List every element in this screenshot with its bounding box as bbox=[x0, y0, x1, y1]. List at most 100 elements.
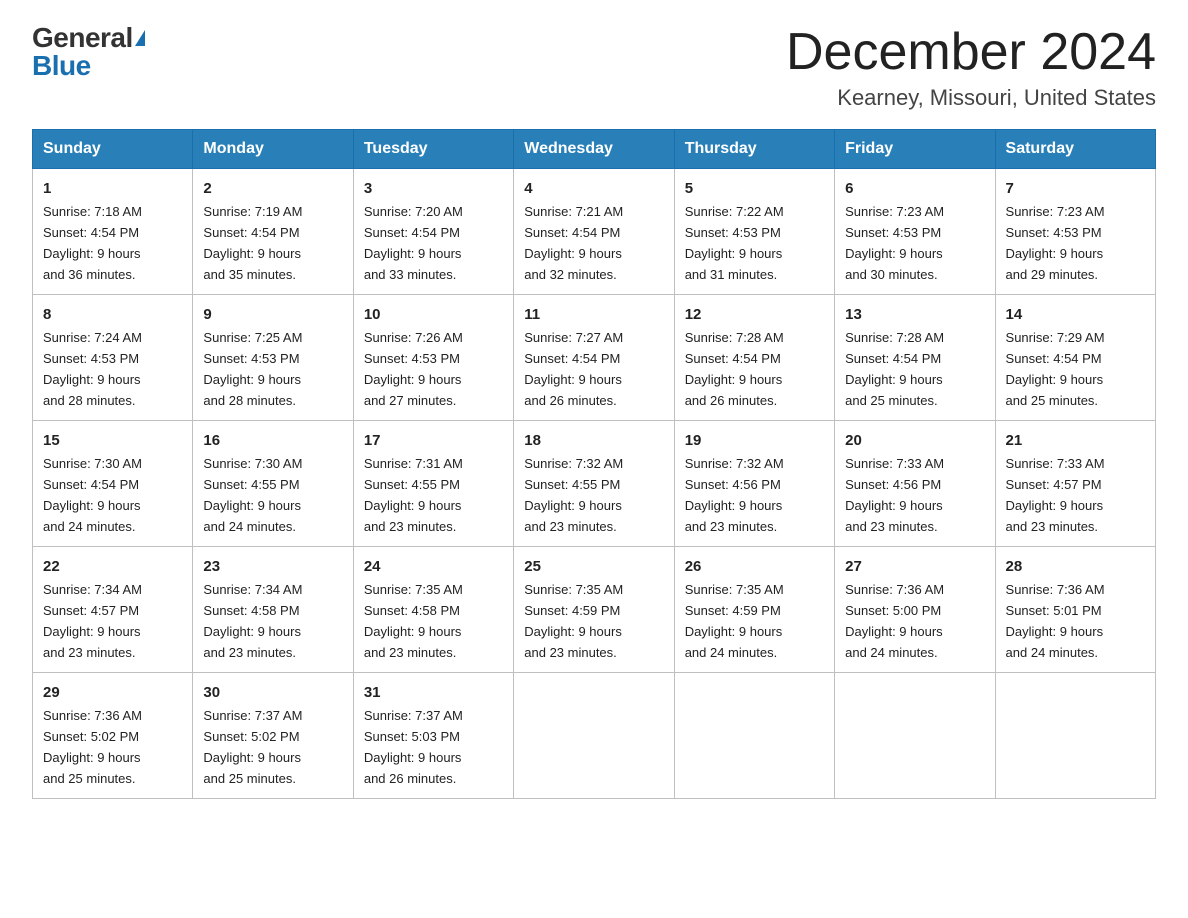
day-number: 5 bbox=[685, 177, 824, 200]
day-info: Sunrise: 7:35 AMSunset: 4:58 PMDaylight:… bbox=[364, 582, 463, 660]
day-cell: 11Sunrise: 7:27 AMSunset: 4:54 PMDayligh… bbox=[514, 295, 674, 421]
header-thursday: Thursday bbox=[674, 130, 834, 169]
day-number: 15 bbox=[43, 429, 182, 452]
day-cell: 19Sunrise: 7:32 AMSunset: 4:56 PMDayligh… bbox=[674, 421, 834, 547]
logo: General Blue bbox=[32, 24, 145, 80]
day-cell: 14 Sunrise: 7:29 AMSunset: 4:54 PMDayligh… bbox=[995, 295, 1155, 421]
day-info: Sunrise: 7:21 AMSunset: 4:54 PMDaylight:… bbox=[524, 204, 623, 282]
header-wednesday: Wednesday bbox=[514, 130, 674, 169]
calendar-body: 1 Sunrise: 7:18 AMSunset: 4:54 PMDaylight… bbox=[33, 169, 1156, 799]
day-cell: 8 Sunrise: 7:24 AMSunset: 4:53 PMDaylight… bbox=[33, 295, 193, 421]
week-row-2: 8 Sunrise: 7:24 AMSunset: 4:53 PMDaylight… bbox=[33, 295, 1156, 421]
day-cell: 27 Sunrise: 7:36 AMSunset: 5:00 PMDayligh… bbox=[835, 547, 995, 673]
day-cell: 10 Sunrise: 7:26 AMSunset: 4:53 PMDayligh… bbox=[353, 295, 513, 421]
day-info: Sunrise: 7:36 AMSunset: 5:02 PMDaylight:… bbox=[43, 708, 142, 786]
day-info: Sunrise: 7:24 AMSunset: 4:53 PMDaylight:… bbox=[43, 330, 142, 408]
day-number: 18 bbox=[524, 429, 663, 452]
day-cell: 15 Sunrise: 7:30 AMSunset: 4:54 PMDayligh… bbox=[33, 421, 193, 547]
day-cell: 20Sunrise: 7:33 AMSunset: 4:56 PMDayligh… bbox=[835, 421, 995, 547]
logo-triangle-icon bbox=[135, 30, 145, 46]
day-cell: 6 Sunrise: 7:23 AMSunset: 4:53 PMDaylight… bbox=[835, 169, 995, 295]
day-number: 21 bbox=[1006, 429, 1145, 452]
calendar-table: SundayMondayTuesdayWednesdayThursdayFrid… bbox=[32, 129, 1156, 799]
day-number: 6 bbox=[845, 177, 984, 200]
week-row-1: 1 Sunrise: 7:18 AMSunset: 4:54 PMDaylight… bbox=[33, 169, 1156, 295]
day-info: Sunrise: 7:32 AMSunset: 4:55 PMDaylight:… bbox=[524, 456, 623, 534]
day-info: Sunrise: 7:20 AMSunset: 4:54 PMDaylight:… bbox=[364, 204, 463, 282]
day-info: Sunrise: 7:33 AMSunset: 4:57 PMDaylight:… bbox=[1006, 456, 1105, 534]
header-tuesday: Tuesday bbox=[353, 130, 513, 169]
day-cell: 5 Sunrise: 7:22 AMSunset: 4:53 PMDaylight… bbox=[674, 169, 834, 295]
day-number: 3 bbox=[364, 177, 503, 200]
day-number: 14 bbox=[1006, 303, 1145, 326]
day-info: Sunrise: 7:37 AMSunset: 5:02 PMDaylight:… bbox=[203, 708, 302, 786]
header-monday: Monday bbox=[193, 130, 353, 169]
day-number: 8 bbox=[43, 303, 182, 326]
day-cell bbox=[995, 672, 1155, 798]
day-cell: 2 Sunrise: 7:19 AMSunset: 4:54 PMDaylight… bbox=[193, 169, 353, 295]
logo-general-text: General bbox=[32, 24, 133, 52]
day-info: Sunrise: 7:22 AMSunset: 4:53 PMDaylight:… bbox=[685, 204, 784, 282]
day-cell: 16Sunrise: 7:30 AMSunset: 4:55 PMDayligh… bbox=[193, 421, 353, 547]
day-info: Sunrise: 7:35 AMSunset: 4:59 PMDaylight:… bbox=[524, 582, 623, 660]
day-cell: 18 Sunrise: 7:32 AMSunset: 4:55 PMDayligh… bbox=[514, 421, 674, 547]
day-cell: 22 Sunrise: 7:34 AMSunset: 4:57 PMDayligh… bbox=[33, 547, 193, 673]
day-number: 20 bbox=[845, 429, 984, 452]
day-cell: 1 Sunrise: 7:18 AMSunset: 4:54 PMDaylight… bbox=[33, 169, 193, 295]
day-cell: 31Sunrise: 7:37 AMSunset: 5:03 PMDayligh… bbox=[353, 672, 513, 798]
week-row-5: 29 Sunrise: 7:36 AMSunset: 5:02 PMDayligh… bbox=[33, 672, 1156, 798]
day-cell bbox=[514, 672, 674, 798]
day-info: Sunrise: 7:36 AMSunset: 5:00 PMDaylight:… bbox=[845, 582, 944, 660]
day-cell bbox=[674, 672, 834, 798]
day-info: Sunrise: 7:28 AMSunset: 4:54 PMDaylight:… bbox=[845, 330, 944, 408]
day-number: 1 bbox=[43, 177, 182, 200]
day-info: Sunrise: 7:30 AMSunset: 4:54 PMDaylight:… bbox=[43, 456, 142, 534]
day-cell: 25 Sunrise: 7:35 AMSunset: 4:59 PMDayligh… bbox=[514, 547, 674, 673]
header-saturday: Saturday bbox=[995, 130, 1155, 169]
day-cell: 29 Sunrise: 7:36 AMSunset: 5:02 PMDayligh… bbox=[33, 672, 193, 798]
day-info: Sunrise: 7:34 AMSunset: 4:57 PMDaylight:… bbox=[43, 582, 142, 660]
day-cell: 9Sunrise: 7:25 AMSunset: 4:53 PMDaylight… bbox=[193, 295, 353, 421]
day-number: 29 bbox=[43, 681, 182, 704]
day-info: Sunrise: 7:34 AMSunset: 4:58 PMDaylight:… bbox=[203, 582, 302, 660]
title-block: December 2024 Kearney, Missouri, United … bbox=[786, 24, 1156, 111]
day-number: 19 bbox=[685, 429, 824, 452]
day-cell: 4Sunrise: 7:21 AMSunset: 4:54 PMDaylight… bbox=[514, 169, 674, 295]
day-number: 11 bbox=[524, 303, 663, 326]
day-info: Sunrise: 7:31 AMSunset: 4:55 PMDaylight:… bbox=[364, 456, 463, 534]
day-cell: 24 Sunrise: 7:35 AMSunset: 4:58 PMDayligh… bbox=[353, 547, 513, 673]
day-cell: 17Sunrise: 7:31 AMSunset: 4:55 PMDayligh… bbox=[353, 421, 513, 547]
header-friday: Friday bbox=[835, 130, 995, 169]
day-cell: 28Sunrise: 7:36 AMSunset: 5:01 PMDayligh… bbox=[995, 547, 1155, 673]
header-row: SundayMondayTuesdayWednesdayThursdayFrid… bbox=[33, 130, 1156, 169]
day-number: 22 bbox=[43, 555, 182, 578]
day-info: Sunrise: 7:18 AMSunset: 4:54 PMDaylight:… bbox=[43, 204, 142, 282]
week-row-3: 15 Sunrise: 7:30 AMSunset: 4:54 PMDayligh… bbox=[33, 421, 1156, 547]
day-info: Sunrise: 7:30 AMSunset: 4:55 PMDaylight:… bbox=[203, 456, 302, 534]
page-header: General Blue December 2024 Kearney, Miss… bbox=[32, 24, 1156, 111]
day-info: Sunrise: 7:19 AMSunset: 4:54 PMDaylight:… bbox=[203, 204, 302, 282]
day-info: Sunrise: 7:26 AMSunset: 4:53 PMDaylight:… bbox=[364, 330, 463, 408]
day-info: Sunrise: 7:29 AMSunset: 4:54 PMDaylight:… bbox=[1006, 330, 1105, 408]
day-number: 23 bbox=[203, 555, 342, 578]
day-info: Sunrise: 7:23 AMSunset: 4:53 PMDaylight:… bbox=[845, 204, 944, 282]
day-cell: 30Sunrise: 7:37 AMSunset: 5:02 PMDayligh… bbox=[193, 672, 353, 798]
day-info: Sunrise: 7:37 AMSunset: 5:03 PMDaylight:… bbox=[364, 708, 463, 786]
day-number: 2 bbox=[203, 177, 342, 200]
day-cell bbox=[835, 672, 995, 798]
day-number: 7 bbox=[1006, 177, 1145, 200]
header-sunday: Sunday bbox=[33, 130, 193, 169]
day-info: Sunrise: 7:35 AMSunset: 4:59 PMDaylight:… bbox=[685, 582, 784, 660]
day-number: 10 bbox=[364, 303, 503, 326]
day-cell: 21 Sunrise: 7:33 AMSunset: 4:57 PMDayligh… bbox=[995, 421, 1155, 547]
day-number: 24 bbox=[364, 555, 503, 578]
day-cell: 7Sunrise: 7:23 AMSunset: 4:53 PMDaylight… bbox=[995, 169, 1155, 295]
day-number: 26 bbox=[685, 555, 824, 578]
day-number: 27 bbox=[845, 555, 984, 578]
day-info: Sunrise: 7:36 AMSunset: 5:01 PMDaylight:… bbox=[1006, 582, 1105, 660]
day-cell: 26 Sunrise: 7:35 AMSunset: 4:59 PMDayligh… bbox=[674, 547, 834, 673]
day-number: 25 bbox=[524, 555, 663, 578]
week-row-4: 22 Sunrise: 7:34 AMSunset: 4:57 PMDayligh… bbox=[33, 547, 1156, 673]
month-title: December 2024 bbox=[786, 24, 1156, 81]
day-cell: 13Sunrise: 7:28 AMSunset: 4:54 PMDayligh… bbox=[835, 295, 995, 421]
